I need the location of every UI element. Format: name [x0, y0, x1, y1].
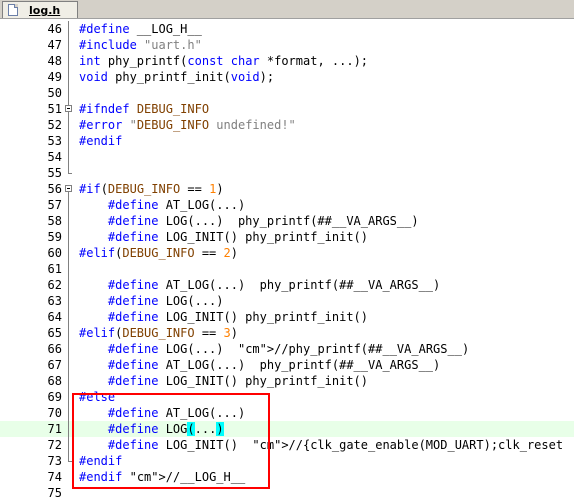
- code-text: #ifndef DEBUG_INFO: [79, 102, 210, 116]
- code-text: #define AT_LOG(...) phy_printf(##__VA_AR…: [107, 278, 441, 292]
- code-text: #define AT_LOG(...) phy_printf(##__VA_AR…: [107, 358, 441, 372]
- highlight-box: [72, 393, 270, 489]
- code-text: #endif: [79, 134, 123, 148]
- code-text: #define LOG(...) phy_printf(##__VA_ARGS_…: [107, 214, 419, 228]
- code-line: 63 #define LOG(...): [0, 293, 574, 309]
- code-line: 59 #define LOG_INIT() phy_printf_init(): [0, 229, 574, 245]
- file-icon: [8, 4, 18, 16]
- code-line: 68 #define LOG_INIT() phy_printf_init(): [0, 373, 574, 389]
- file-tab-label: log.h: [29, 4, 61, 17]
- code-text: #elif(DEBUG_INFO == 2): [79, 246, 238, 260]
- fold-toggle-icon[interactable]: [63, 101, 74, 117]
- line-number: 64: [47, 310, 62, 324]
- line-number: 54: [47, 150, 62, 164]
- code-line: 47 #include "uart.h": [0, 37, 574, 53]
- line-number: 72: [47, 438, 62, 452]
- code-line: 60 #elif(DEBUG_INFO == 2): [0, 245, 574, 261]
- code-line: 53 #endif: [0, 133, 574, 149]
- line-number: 58: [47, 214, 62, 228]
- code-line: 50: [0, 85, 574, 101]
- line-number: 61: [47, 262, 62, 276]
- code-line: 56 #if(DEBUG_INFO == 1): [0, 181, 574, 197]
- line-number: 62: [47, 278, 62, 292]
- code-text: #define AT_LOG(...): [107, 198, 246, 212]
- line-number: 65: [47, 326, 62, 340]
- code-line: 57 #define AT_LOG(...): [0, 197, 574, 213]
- code-line: 52 #error "DEBUG_INFO undefined!": [0, 117, 574, 133]
- code-line: 49 void phy_printf_init(void);: [0, 69, 574, 85]
- line-number: 49: [47, 70, 62, 84]
- line-number: 48: [47, 54, 62, 68]
- line-number: 74: [47, 470, 62, 484]
- line-number: 47: [47, 38, 62, 52]
- line-number: 69: [47, 390, 62, 404]
- code-line: 67 #define AT_LOG(...) phy_printf(##__VA…: [0, 357, 574, 373]
- code-text: #define LOG_INIT() phy_printf_init(): [107, 374, 368, 388]
- code-line: 64 #define LOG_INIT() phy_printf_init(): [0, 309, 574, 325]
- code-line: 62 #define AT_LOG(...) phy_printf(##__VA…: [0, 277, 574, 293]
- code-line: 58 #define LOG(...) phy_printf(##__VA_AR…: [0, 213, 574, 229]
- line-number: 50: [47, 86, 62, 100]
- code-line: 46 #define __LOG_H__: [0, 21, 574, 37]
- line-number: 63: [47, 294, 62, 308]
- code-text: #error "DEBUG_INFO undefined!": [79, 118, 296, 132]
- line-number: 73: [47, 454, 62, 468]
- code-line: 51 #ifndef DEBUG_INFO: [0, 101, 574, 117]
- line-number: 52: [47, 118, 62, 132]
- code-line: 54: [0, 149, 574, 165]
- code-text: #elif(DEBUG_INFO == 3): [79, 326, 238, 340]
- code-line: 65 #elif(DEBUG_INFO == 3): [0, 325, 574, 341]
- line-number: 59: [47, 230, 62, 244]
- line-number: 71: [47, 422, 62, 436]
- code-text: int phy_printf(const char *format, ...);: [79, 54, 369, 68]
- code-text: #include "uart.h": [79, 38, 202, 52]
- code-text: #define __LOG_H__: [79, 22, 202, 36]
- code-text: #if(DEBUG_INFO == 1): [79, 182, 224, 196]
- code-line: 61: [0, 261, 574, 277]
- code-text: void phy_printf_init(void);: [79, 70, 275, 84]
- code-text: #define LOG(...): [107, 294, 224, 308]
- line-number: 75: [47, 486, 62, 500]
- code-line: 66 #define LOG(...) "cm">//phy_printf(##…: [0, 341, 574, 357]
- line-number: 51: [47, 102, 62, 116]
- code-editor[interactable]: 46 #define __LOG_H__ 47 #include "uart.h" …: [0, 19, 574, 500]
- code-text: #define LOG(...) "cm">//phy_printf(##__V…: [107, 342, 470, 356]
- line-number: 60: [47, 246, 62, 260]
- line-number: 67: [47, 358, 62, 372]
- line-number: 68: [47, 374, 62, 388]
- tab-bar: log.h: [0, 0, 574, 19]
- fold-toggle-icon[interactable]: [63, 181, 74, 197]
- code-text: #define LOG_INIT() phy_printf_init(): [107, 310, 368, 324]
- code-text: #define LOG_INIT() phy_printf_init(): [107, 230, 368, 244]
- code-line: 48 int phy_printf(const char *format, ...…: [0, 53, 574, 69]
- line-number: 46: [47, 22, 62, 36]
- code-line: 55: [0, 165, 574, 181]
- line-number: 70: [47, 406, 62, 420]
- line-number: 66: [47, 342, 62, 356]
- line-number: 55: [47, 166, 62, 180]
- line-number: 53: [47, 134, 62, 148]
- line-number: 56: [47, 182, 62, 196]
- file-tab[interactable]: log.h: [2, 1, 78, 18]
- line-number: 57: [47, 198, 62, 212]
